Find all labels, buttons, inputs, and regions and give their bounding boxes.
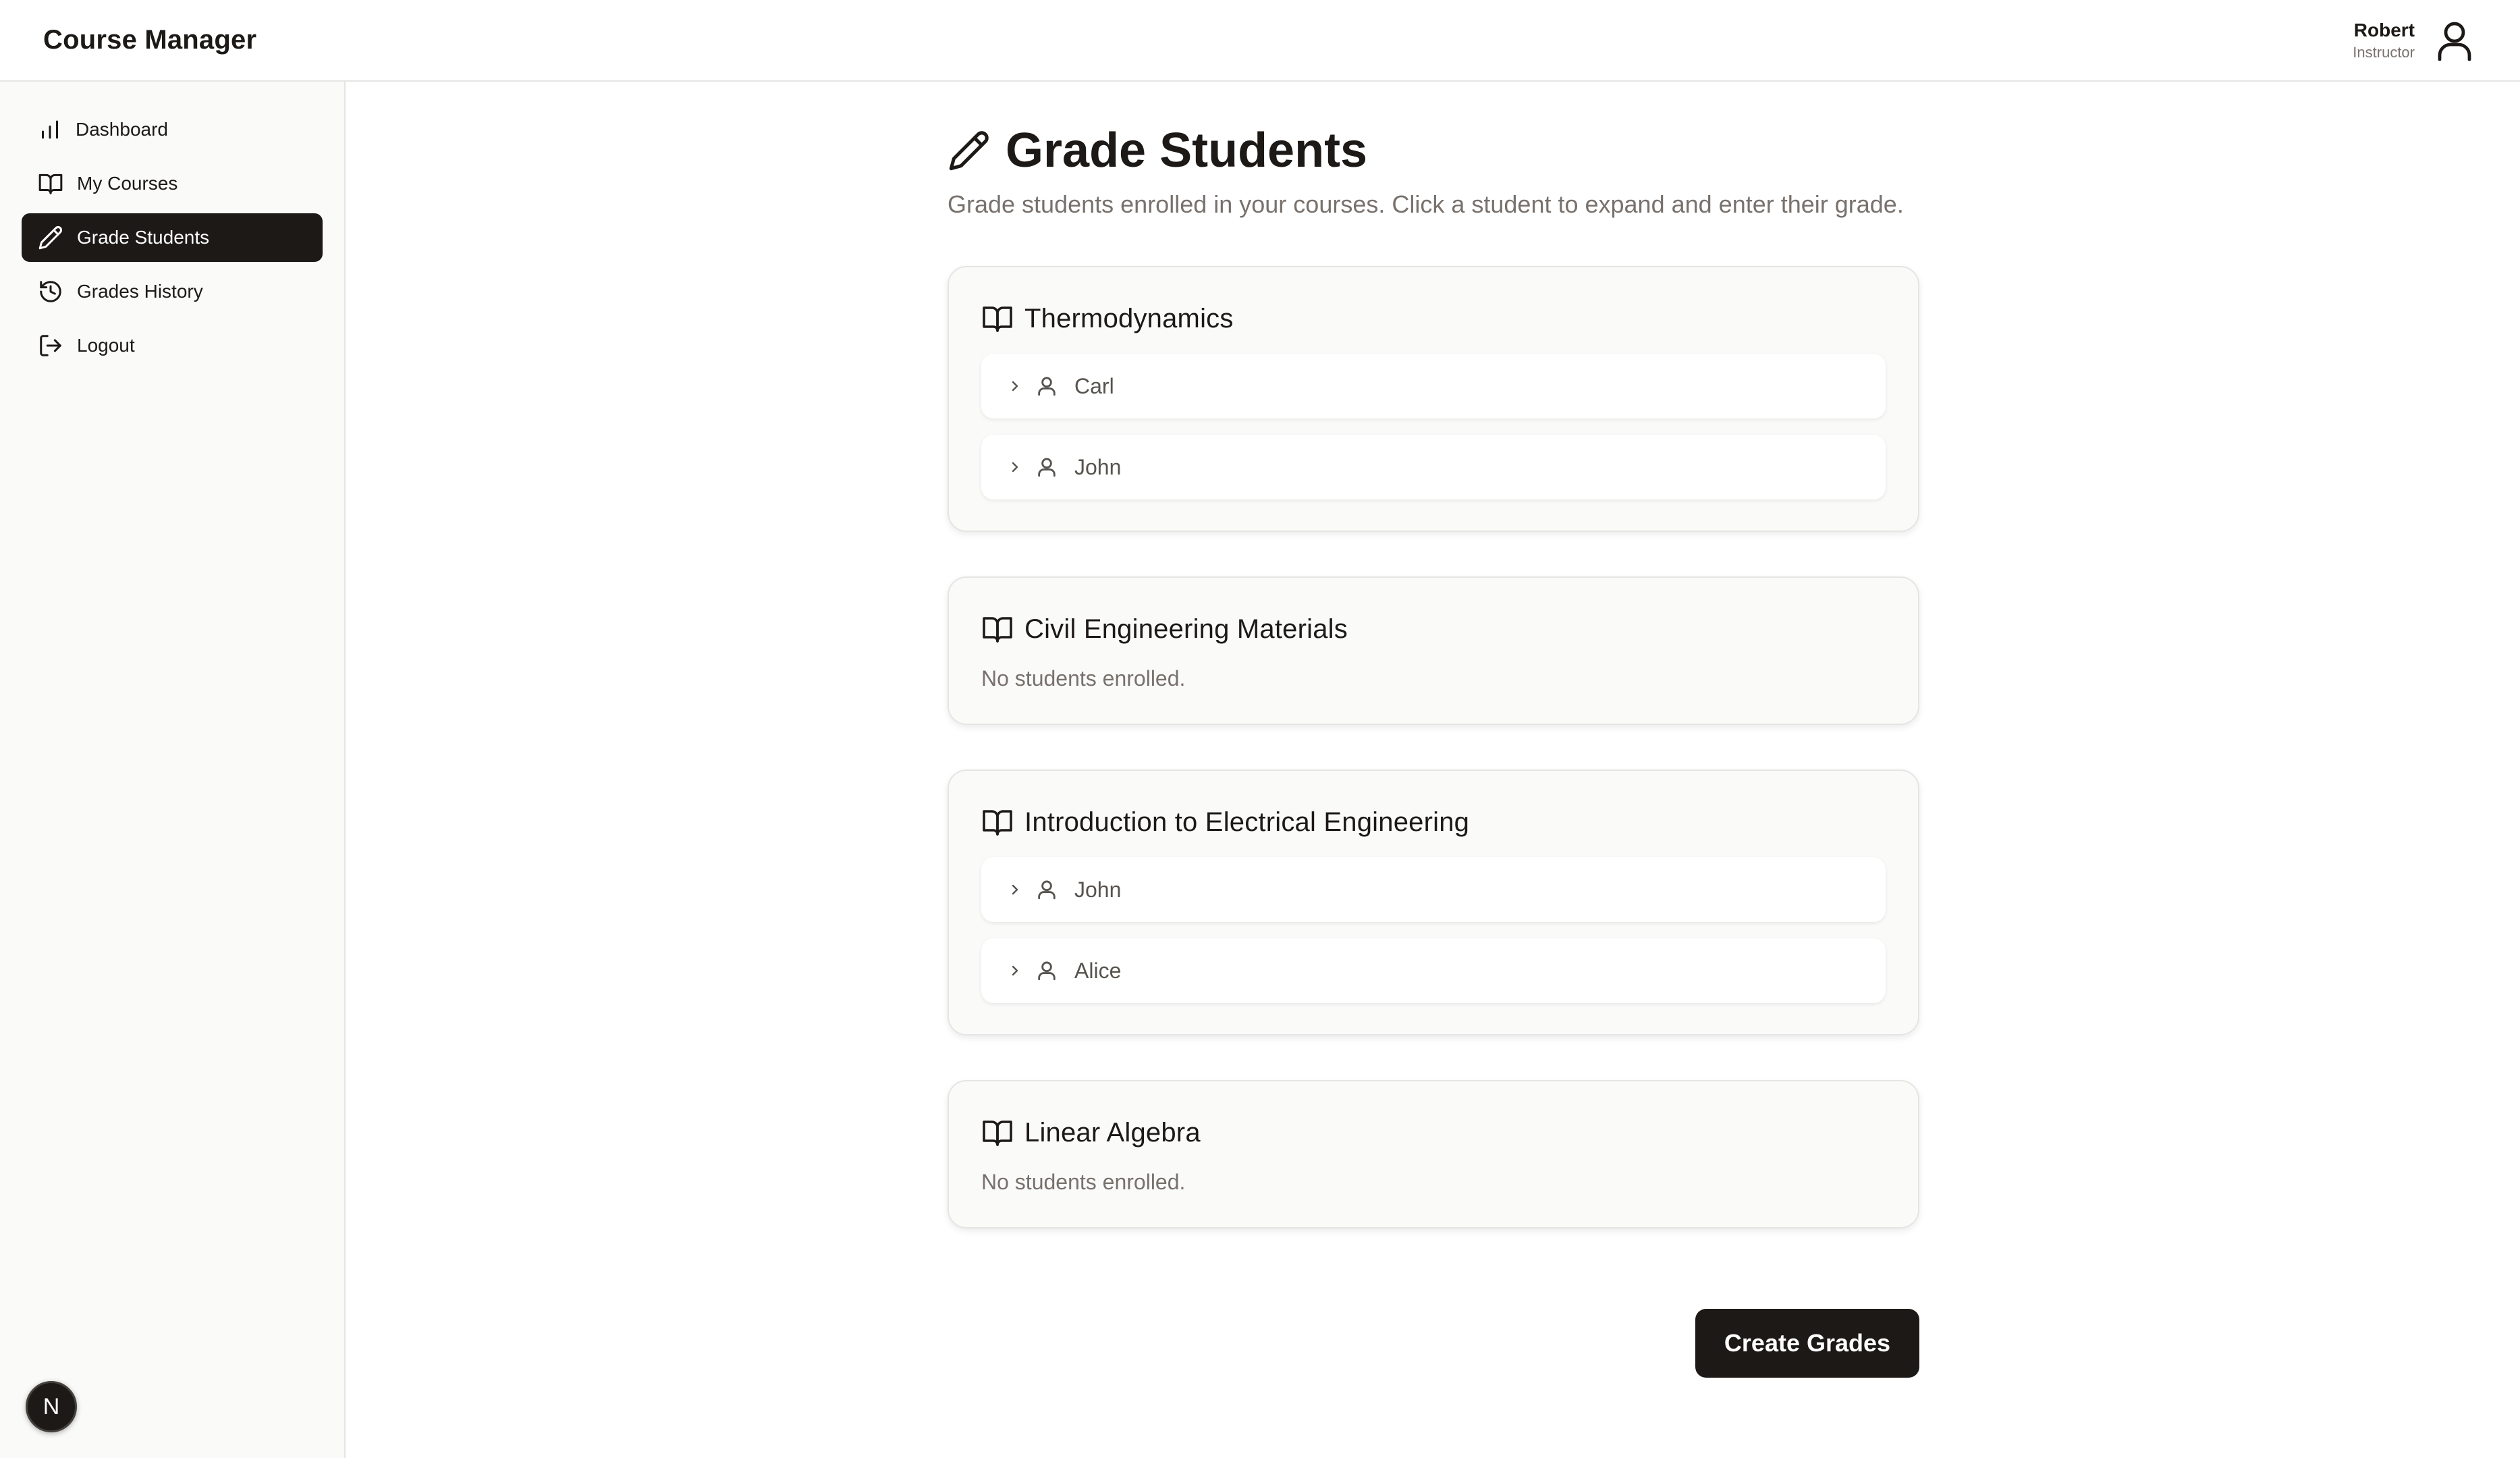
book-open-icon (983, 306, 1012, 332)
student-row[interactable]: Alice (981, 938, 1886, 1003)
user-icon (1038, 880, 1056, 900)
chevron-right-icon (1012, 462, 1018, 473)
course-header: Introduction to Electrical Engineering (981, 803, 1886, 841)
user-icon (1038, 961, 1056, 981)
pencil-icon (38, 225, 63, 250)
student-name: Alice (1074, 958, 1122, 983)
student-name: John (1074, 454, 1122, 479)
student-row[interactable]: John (981, 435, 1886, 500)
logout-icon (40, 335, 61, 356)
sidebar-item-dashboard[interactable]: Dashboard (22, 105, 323, 154)
user-name: Robert (2353, 19, 2415, 40)
course-title: Introduction to Electrical Engineering (1024, 807, 1470, 837)
student-row[interactable]: John (981, 857, 1886, 922)
user-icon (1038, 458, 1056, 477)
course-card: Civil Engineering Materials No students … (948, 576, 1919, 725)
course-title: Linear Algebra (1024, 1118, 1201, 1148)
pencil-icon (949, 131, 989, 171)
history-icon (40, 281, 61, 302)
student-name: Carl (1074, 373, 1114, 398)
course-header: Thermodynamics (981, 300, 1886, 338)
create-grades-button[interactable]: Create Grades (1695, 1309, 1919, 1378)
course-title: Civil Engineering Materials (1024, 614, 1348, 644)
book-open-icon (983, 1120, 1012, 1146)
book-open-icon (38, 173, 63, 194)
top-header: Course Manager Robert Instructor (0, 0, 2520, 82)
bar-chart-icon (42, 120, 58, 139)
page-subtitle: Grade students enrolled in your courses.… (948, 190, 1904, 218)
sidebar-nav: Dashboard My Courses Grade Students Grad… (22, 105, 323, 370)
empty-state-text: No students enrolled. (981, 666, 1186, 691)
dev-tools-badge[interactable]: N (26, 1381, 77, 1432)
sidebar-item-label: My Courses (77, 173, 178, 194)
chevron-right-icon (1012, 381, 1018, 392)
sidebar-item-grade-students[interactable]: Grade Students (22, 213, 323, 262)
course-header: Linear Algebra (981, 1114, 1886, 1152)
course-title: Thermodynamics (1024, 304, 1234, 333)
chevron-right-icon (1012, 884, 1018, 895)
sidebar-item-label: Grade Students (77, 227, 210, 248)
user-icon[interactable] (2432, 18, 2477, 63)
user-icon (1038, 377, 1056, 396)
page-title: Grade Students (1006, 124, 1368, 178)
book-open-icon (983, 810, 1012, 836)
course-card: Introduction to Electrical Engineering J… (948, 770, 1919, 1035)
user-menu[interactable]: Robert Instructor (2353, 18, 2477, 63)
sidebar-item-logout[interactable]: Logout (22, 321, 323, 370)
app-title: Course Manager (43, 25, 257, 55)
course-card: Linear Algebra No students enrolled. (948, 1080, 1919, 1228)
page-header: Grade Students (948, 118, 1919, 183)
chevron-right-icon (1012, 965, 1018, 976)
course-header: Civil Engineering Materials (981, 610, 1886, 648)
user-role: Instructor (2353, 43, 2415, 61)
sidebar: Dashboard My Courses Grade Students Grad… (0, 82, 346, 1458)
student-row[interactable]: Carl (981, 354, 1886, 418)
empty-state-text: No students enrolled. (981, 1170, 1186, 1194)
main-content: Grade Students Grade students enrolled i… (948, 82, 1919, 1228)
sidebar-item-grades-history[interactable]: Grades History (22, 267, 323, 316)
sidebar-item-label: Dashboard (76, 119, 168, 140)
sidebar-item-label: Logout (77, 335, 135, 356)
user-info: Robert Instructor (2353, 18, 2415, 63)
sidebar-item-label: Grades History (77, 281, 203, 302)
student-name: John (1074, 877, 1122, 902)
sidebar-item-my-courses[interactable]: My Courses (22, 159, 323, 208)
course-card: Thermodynamics Carl John (948, 266, 1919, 532)
book-open-icon (983, 617, 1012, 643)
